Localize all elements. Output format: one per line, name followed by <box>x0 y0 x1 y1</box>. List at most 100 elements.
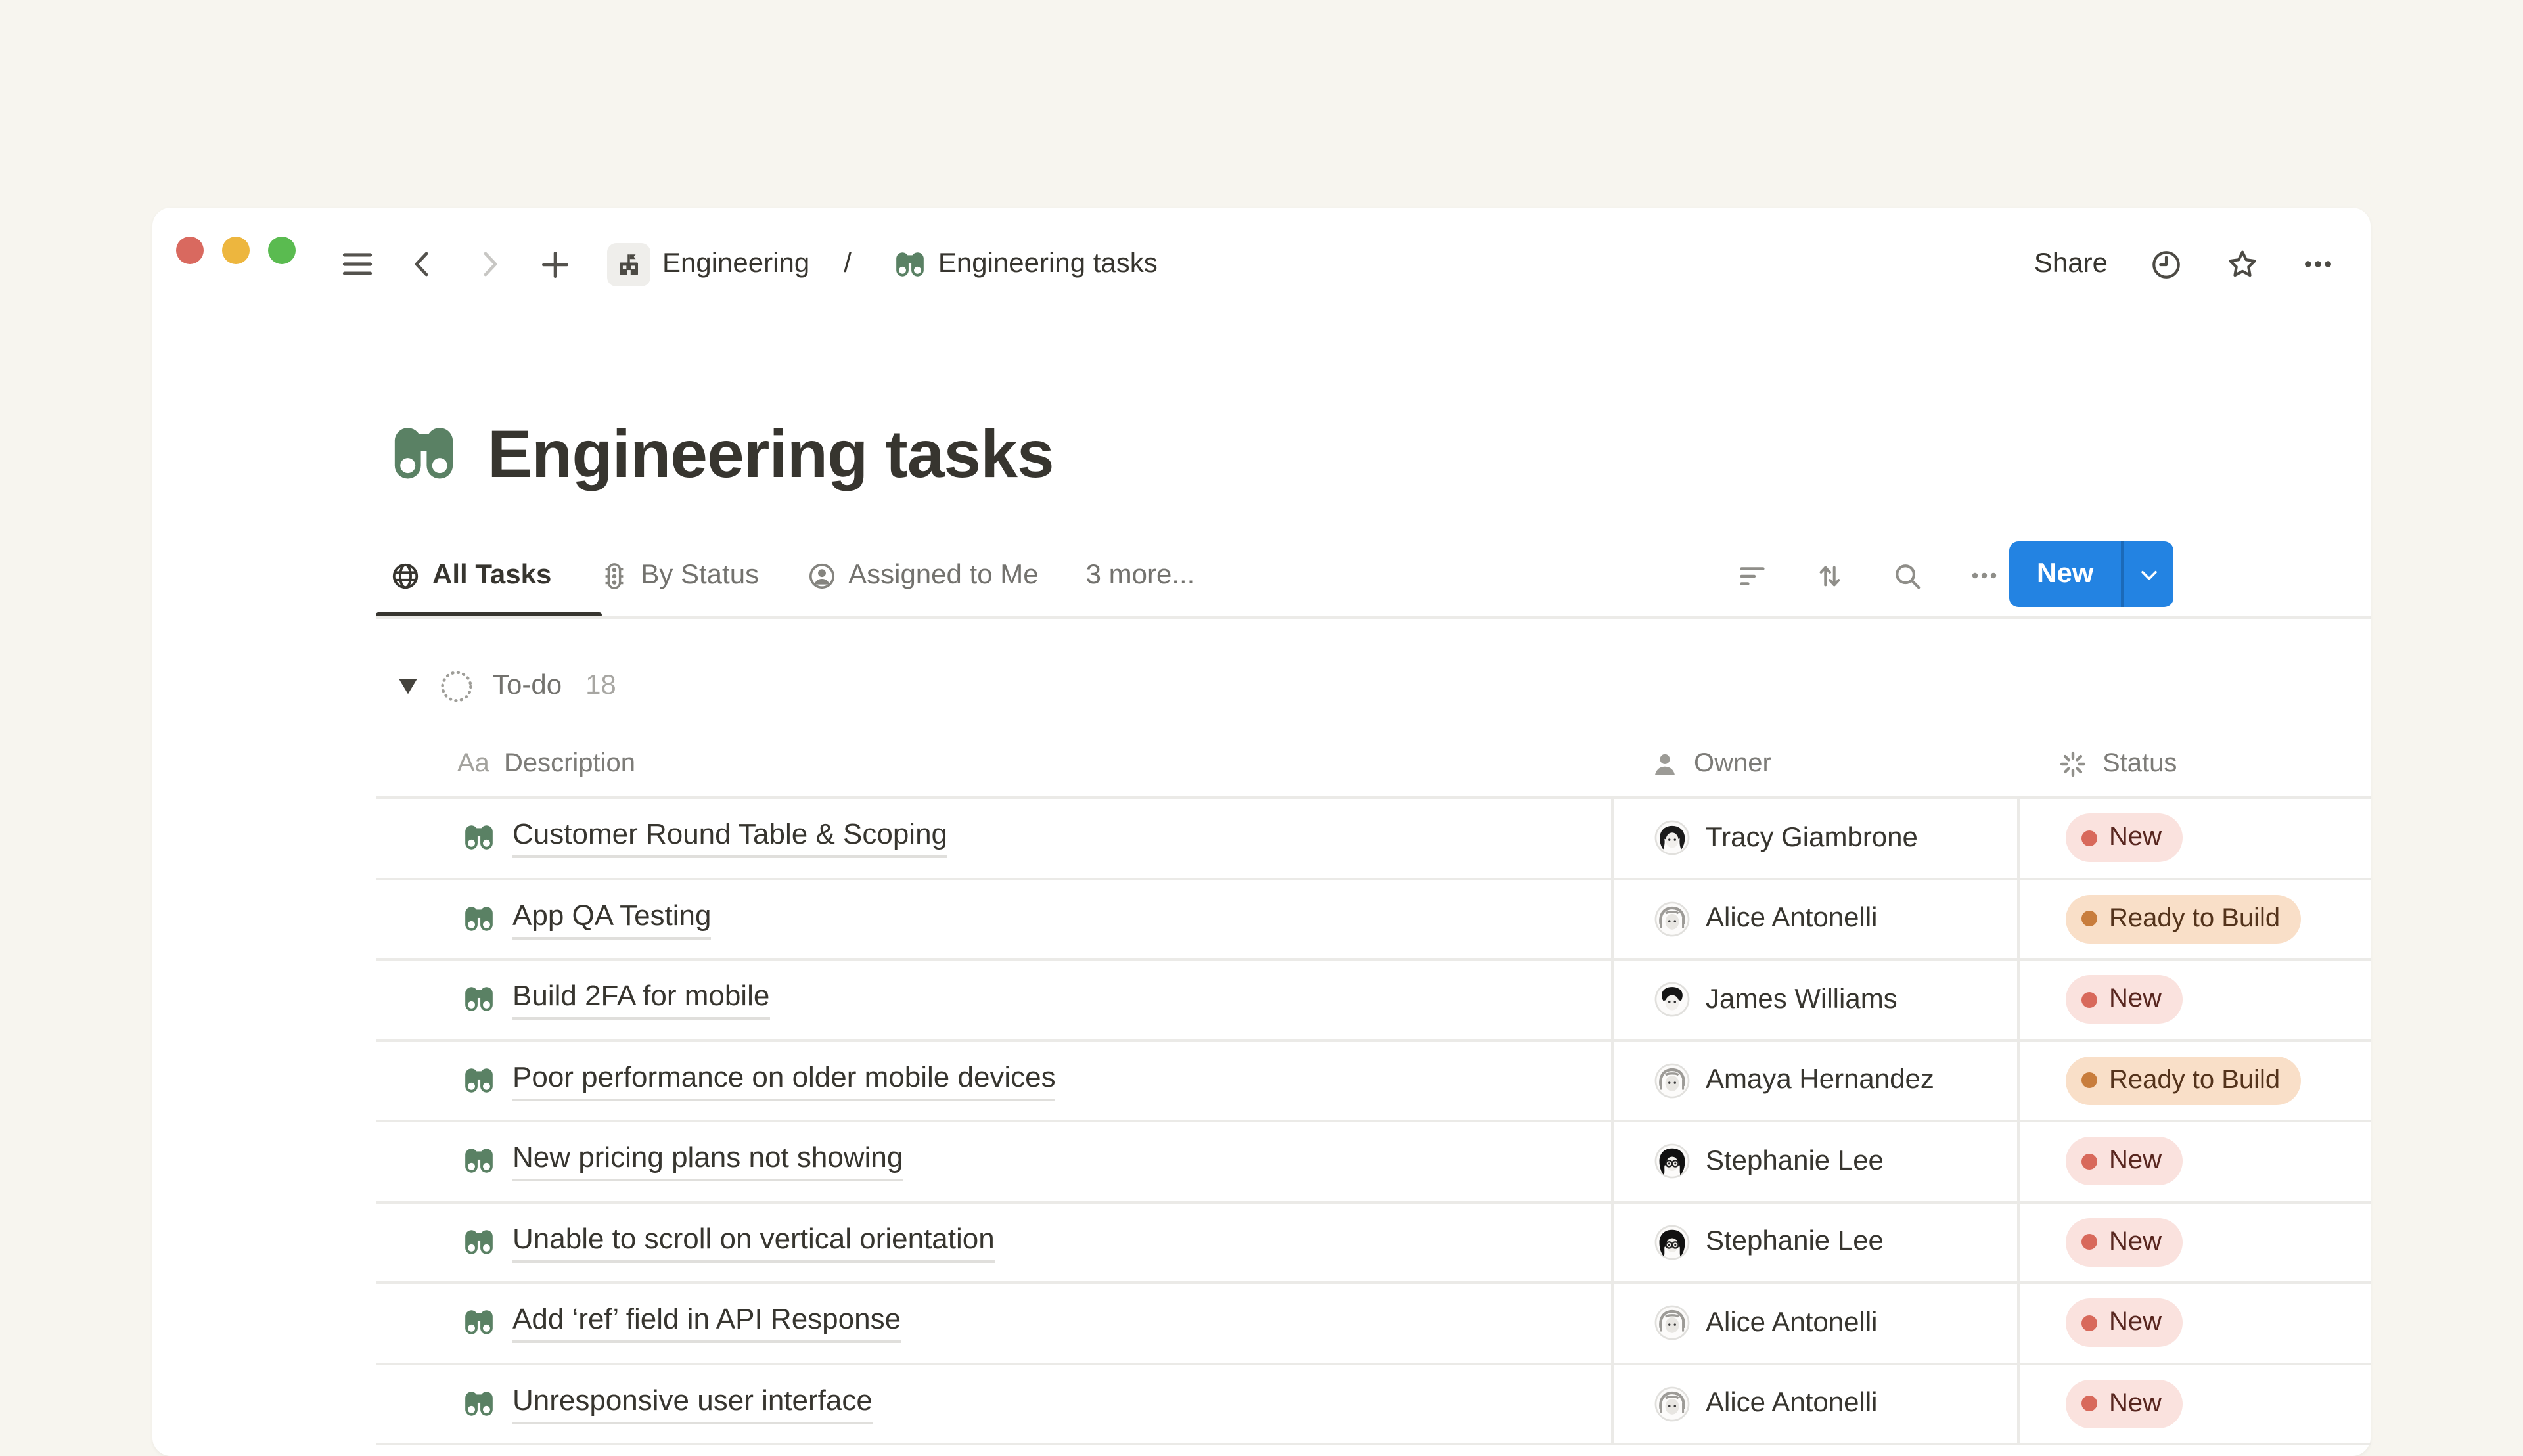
table-row[interactable]: App QA Testing Alice Antonelli Ready to … <box>376 880 2371 961</box>
forward-button[interactable] <box>470 246 507 283</box>
status-badge[interactable]: New <box>2066 1137 2183 1186</box>
task-title[interactable]: Poor performance on older mobile devices <box>512 1060 1056 1101</box>
task-cell[interactable]: Unresponsive user interface <box>376 1365 1611 1443</box>
avatar <box>1654 1225 1690 1260</box>
task-cell[interactable]: Add ‘ref’ field in API Response <box>376 1284 1611 1362</box>
table-row[interactable]: Unable to scroll on vertical orientation… <box>376 1203 2371 1284</box>
tab-assigned-to-me[interactable]: Assigned to Me <box>806 560 1039 591</box>
sort-icon <box>1814 560 1844 591</box>
minimize-window-button[interactable] <box>222 237 250 264</box>
status-cell[interactable]: New <box>2017 961 2371 1039</box>
task-title[interactable]: Unable to scroll on vertical orientation <box>512 1222 995 1263</box>
status-badge[interactable]: New <box>2066 1380 2183 1428</box>
task-title[interactable]: Customer Round Table & Scoping <box>512 818 947 859</box>
owner-cell[interactable]: Tracy Giambrone <box>1611 799 2017 877</box>
person-circle-icon <box>806 560 836 591</box>
tab-all-tasks[interactable]: All Tasks <box>390 560 551 591</box>
group-header-todo: To-do 18 <box>394 661 616 711</box>
table-row[interactable]: Customer Round Table & Scoping Tracy Gia… <box>376 799 2371 880</box>
task-title[interactable]: New pricing plans not showing <box>512 1141 903 1182</box>
table-row[interactable]: Unresponsive user interface Alice Antone… <box>376 1365 2371 1445</box>
owner-name: Alice Antonelli <box>1706 1308 1878 1339</box>
status-cell[interactable]: New <box>2017 799 2371 877</box>
status-cell[interactable]: Ready to Build <box>2017 880 2371 958</box>
status-label: New <box>2109 985 2162 1015</box>
share-button[interactable]: Share <box>2034 248 2108 280</box>
table-row[interactable]: Poor performance on older mobile devices… <box>376 1041 2371 1122</box>
breadcrumb-page[interactable]: Engineering tasks <box>894 248 1158 281</box>
status-cell[interactable]: New <box>2017 1122 2371 1200</box>
history-button[interactable] <box>2147 246 2184 283</box>
status-badge[interactable]: New <box>2066 814 2183 863</box>
new-task-button[interactable]: New <box>2009 541 2173 607</box>
new-task-button-label[interactable]: New <box>2009 541 2121 607</box>
page-title: Engineering tasks <box>488 415 1054 492</box>
column-header-description[interactable]: Aa Description <box>376 732 1611 796</box>
task-cell[interactable]: Poor performance on older mobile devices <box>376 1041 1611 1120</box>
task-cell[interactable]: Build 2FA for mobile <box>376 961 1611 1039</box>
favorite-button[interactable] <box>2223 246 2260 283</box>
status-badge[interactable]: New <box>2066 976 2183 1024</box>
task-title[interactable]: Unresponsive user interface <box>512 1384 873 1424</box>
status-cell[interactable]: New <box>2017 1284 2371 1362</box>
status-label: Ready to Build <box>2109 904 2280 934</box>
owner-cell[interactable]: Stephanie Lee <box>1611 1122 2017 1200</box>
table-row[interactable]: New pricing plans not showing Stephanie … <box>376 1122 2371 1203</box>
desktop-background: Engineering / Engineering tasks Share <box>0 0 2523 1419</box>
group-name[interactable]: To-do <box>493 670 562 702</box>
owner-cell[interactable]: Stephanie Lee <box>1611 1203 2017 1281</box>
filter-button[interactable] <box>1733 557 1770 594</box>
search-button[interactable] <box>1888 557 1925 594</box>
status-label: New <box>2109 823 2162 853</box>
binoculars-icon <box>463 1307 495 1340</box>
binoculars-icon <box>463 1226 495 1259</box>
task-title[interactable]: App QA Testing <box>512 899 712 940</box>
owner-cell[interactable]: Amaya Hernandez <box>1611 1041 2017 1120</box>
group-collapse-toggle[interactable] <box>394 673 420 699</box>
task-title[interactable]: Build 2FA for mobile <box>512 980 769 1020</box>
owner-cell[interactable]: Alice Antonelli <box>1611 1284 2017 1362</box>
binoculars-icon <box>463 984 495 1016</box>
owner-name: Tracy Giambrone <box>1706 823 1918 854</box>
status-dot-icon <box>2081 992 2097 1008</box>
status-badge[interactable]: New <box>2066 1218 2183 1267</box>
table-row[interactable]: Build 2FA for mobile James Williams New <box>376 961 2371 1041</box>
view-options-button[interactable] <box>1966 557 2003 594</box>
status-badge[interactable]: Ready to Build <box>2066 1057 2301 1105</box>
status-badge[interactable]: Ready to Build <box>2066 895 2301 944</box>
back-button[interactable] <box>405 246 442 283</box>
more-options-button[interactable] <box>2300 246 2336 283</box>
status-cell[interactable]: New <box>2017 1203 2371 1281</box>
owner-cell[interactable]: James Williams <box>1611 961 2017 1039</box>
more-views-button[interactable]: 3 more... <box>1086 560 1195 591</box>
status-cell[interactable]: Ready to Build <box>2017 1041 2371 1120</box>
close-window-button[interactable] <box>176 237 204 264</box>
task-cell[interactable]: New pricing plans not showing <box>376 1122 1611 1200</box>
task-cell[interactable]: Customer Round Table & Scoping <box>376 799 1611 877</box>
breadcrumb-workspace[interactable]: Engineering <box>607 242 809 286</box>
owner-cell[interactable]: Alice Antonelli <box>1611 1365 2017 1443</box>
tab-by-status[interactable]: By Status <box>599 560 759 591</box>
new-task-dropdown-button[interactable] <box>2124 541 2173 607</box>
tabs-divider <box>376 616 2371 619</box>
status-cell[interactable]: New <box>2017 1365 2371 1443</box>
search-icon <box>1892 560 1922 591</box>
new-page-button[interactable] <box>536 246 573 283</box>
avatar <box>1654 1063 1690 1099</box>
task-cell[interactable]: App QA Testing <box>376 880 1611 958</box>
tab-label: Assigned to Me <box>848 560 1039 591</box>
sort-button[interactable] <box>1811 557 1848 594</box>
task-title[interactable]: Add ‘ref’ field in API Response <box>512 1303 901 1344</box>
owner-cell[interactable]: Alice Antonelli <box>1611 880 2017 958</box>
table-row[interactable]: Add ‘ref’ field in API Response Alice An… <box>376 1284 2371 1365</box>
sidebar-toggle-button[interactable] <box>339 246 376 283</box>
spinner-icon <box>2058 749 2088 779</box>
column-header-owner[interactable]: Owner <box>1611 732 2017 796</box>
status-badge[interactable]: New <box>2066 1299 2183 1348</box>
clock-icon <box>2149 248 2182 281</box>
table-body: Customer Round Table & Scoping Tracy Gia… <box>376 799 2371 1445</box>
zoom-window-button[interactable] <box>268 237 296 264</box>
column-header-status[interactable]: Status <box>2017 732 2371 796</box>
owner-name: James Williams <box>1706 984 1898 1016</box>
task-cell[interactable]: Unable to scroll on vertical orientation <box>376 1203 1611 1281</box>
